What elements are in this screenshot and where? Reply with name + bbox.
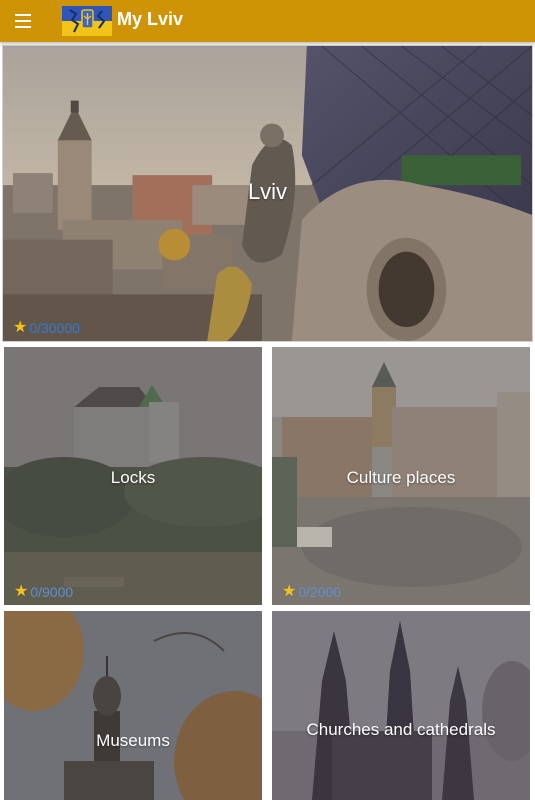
menu-icon[interactable] [12,10,34,32]
category-title: Museums [96,731,170,750]
category-card-locks[interactable]: Locks ★ 0/9000 [4,347,262,605]
star-icon: ★ [13,319,28,336]
hero-score-value: 0/30000 [29,320,80,336]
category-score-value: 0/9000 [30,584,74,600]
star-icon: ★ [14,583,29,600]
star-icon: ★ [282,583,297,600]
category-card-churches-and-cathedrals[interactable]: Churches and cathedrals [272,611,530,800]
app-bar: My Lviv [0,0,535,42]
hero-title: Lviv [247,179,288,204]
hero-score: ★ 0/30000 [13,319,80,337]
category-card-museums[interactable]: Museums [4,611,262,800]
category-score-value: 0/2000 [298,584,342,600]
category-score: ★ 0/2000 [282,583,342,601]
category-title: Locks [110,468,156,487]
churches-image [272,611,530,800]
category-card-culture-places[interactable]: Culture places ★ 0/2000 [272,347,530,605]
category-title: Culture places [346,468,456,487]
museums-image [4,611,262,800]
app-logo [62,6,112,36]
category-title: Churches and cathedrals [306,720,496,739]
app-title: My Lviv [117,9,184,29]
category-score: ★ 0/9000 [14,583,74,601]
hero-card-lviv[interactable]: Lviv ★ 0/30000 [2,45,533,342]
